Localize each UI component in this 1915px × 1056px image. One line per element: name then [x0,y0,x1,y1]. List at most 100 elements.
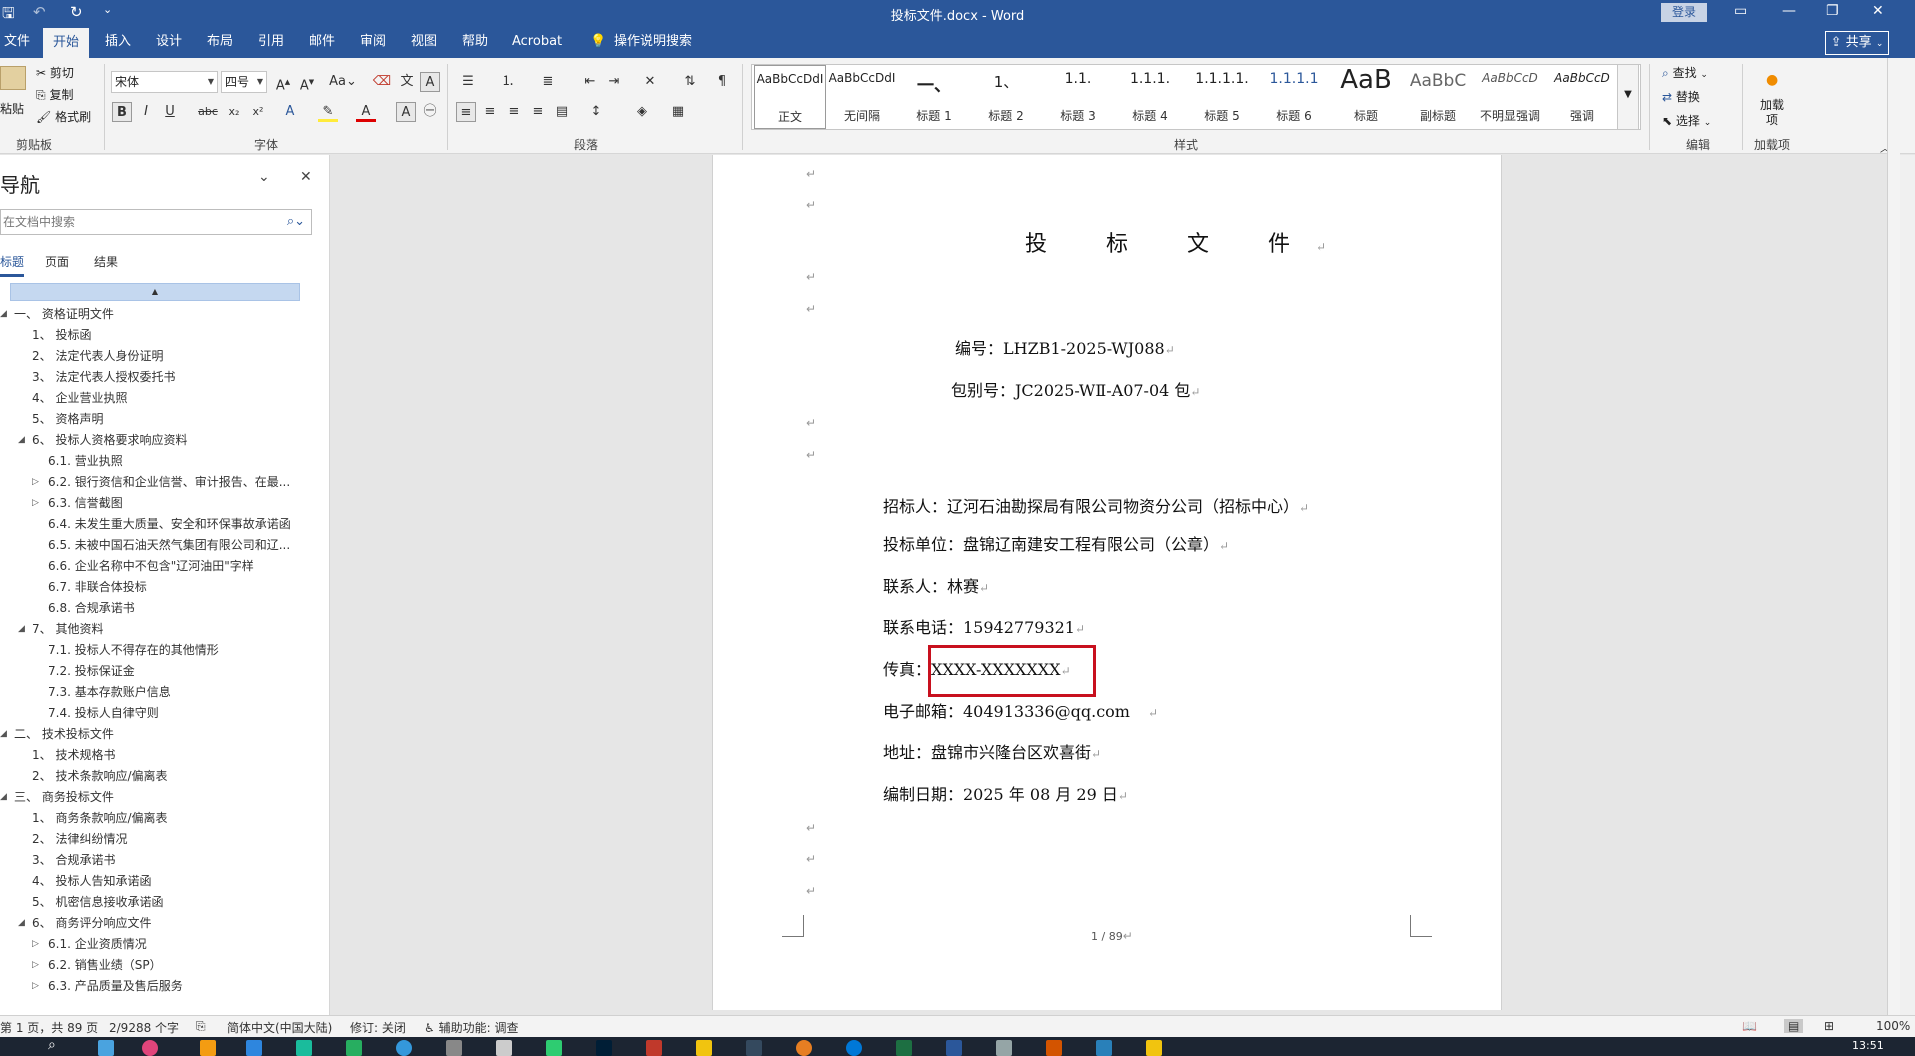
tab-file[interactable]: 文件 [0,26,34,58]
paste-icon[interactable] [0,66,26,90]
italic-icon[interactable]: I [136,102,156,122]
nav-heading-item[interactable]: 6.1. 营业执照 [48,452,123,470]
expanded-arrow-icon[interactable]: ◢ [0,725,7,743]
nav-heading-item[interactable]: 2、 法定代表人身份证明 [32,347,163,365]
ribbon-display-icon[interactable]: ▭ [1734,3,1747,19]
find-button[interactable]: ⌕ 查找 ⌄ [1662,64,1708,81]
shrink-font-icon[interactable]: A▼ [297,72,317,93]
paste-button[interactable]: 粘贴 [0,100,24,117]
style-heading-5[interactable]: 1.1.1.1. 标题 5 [1186,65,1258,129]
nav-heading-item[interactable]: 二、 技术投标文件 [14,725,114,743]
nav-heading-item[interactable]: 7.4. 投标人自律守则 [48,704,159,722]
nav-heading-item[interactable]: 1、 技术规格书 [32,746,115,764]
folder-icon[interactable] [1146,1040,1162,1056]
styles-more-icon[interactable]: ▼ [1617,64,1639,130]
app-icon[interactable] [496,1040,512,1056]
cut-button[interactable]: ✂ 剪切 [36,64,74,81]
collapsed-arrow-icon[interactable]: ▷ [32,935,39,953]
highlight-icon[interactable]: ✎ [318,102,338,122]
word-count[interactable]: 2/9288 个字 [109,1019,179,1036]
nav-heading-item[interactable]: 6、 投标人资格要求响应资料 [32,431,187,449]
nav-heading-item[interactable]: 一、 资格证明文件 [14,305,114,323]
nav-heading-item[interactable]: 6.3. 产品质量及售后服务 [48,977,183,995]
clear-format-icon[interactable]: ⌫ [372,72,392,92]
vertical-scrollbar[interactable] [1900,155,1915,1015]
nav-heading-item[interactable]: 3、 合规承诺书 [32,851,115,869]
nav-heading-item[interactable]: 6、 商务评分响应文件 [32,914,151,932]
app-icon[interactable] [546,1040,562,1056]
search-icon[interactable]: ⌕ [48,1037,64,1053]
justify-icon[interactable]: ≡ [528,102,548,122]
character-border-icon[interactable]: A [420,72,440,92]
font-size-select[interactable]: 四号 ▼ [221,71,267,93]
nav-heading-item[interactable]: 6.3. 信誉截图 [48,494,123,512]
font-name-select[interactable]: 宋体 ▼ [111,71,218,93]
language-indicator[interactable]: 简体中文(中国大陆) [227,1019,332,1036]
expanded-arrow-icon[interactable]: ◢ [18,914,25,932]
nav-heading-item[interactable]: 7.3. 基本存款账户信息 [48,683,171,701]
tab-results[interactable]: 结果 [94,253,118,270]
zoom-level[interactable]: 100% [1876,1019,1910,1033]
tab-acrobat[interactable]: Acrobat [508,26,566,58]
app-icon[interactable] [346,1040,362,1056]
collapsed-arrow-icon[interactable]: ▷ [32,956,39,974]
chinese-layout-icon[interactable]: ✕ [640,72,660,92]
style-subtle-emphasis[interactable]: AaBbCcD 不明显强调 [1474,65,1546,129]
sort-icon[interactable]: ⇅ [680,72,700,92]
nav-heading-item[interactable]: 6.6. 企业名称中不包含"辽河油田"字样 [48,557,254,575]
app-icon[interactable] [1046,1040,1062,1056]
replace-button[interactable]: ⇄ 替换 [1662,88,1700,105]
nav-heading-item[interactable]: 6.7. 非联合体投标 [48,578,147,596]
tell-me-search[interactable]: 操作说明搜索 [610,26,696,58]
tab-design[interactable]: 设计 [152,26,186,58]
read-mode-icon[interactable]: 📖 [1742,1019,1757,1033]
addin-icon[interactable]: ● [1766,72,1778,88]
app-icon[interactable] [246,1040,262,1056]
tab-insert[interactable]: 插入 [101,26,135,58]
shading-icon[interactable]: ◈ [632,102,652,122]
tab-pages[interactable]: 页面 [45,253,69,270]
nav-heading-item[interactable]: 6.1. 企业资质情况 [48,935,147,953]
superscript-icon[interactable]: x² [248,102,268,122]
bullets-icon[interactable]: ☰ [458,72,478,92]
change-case-icon[interactable]: Aa⌄ [327,72,359,92]
nav-heading-item[interactable]: 6.8. 合规承诺书 [48,599,135,617]
tab-headings[interactable]: 标题 [0,253,25,277]
nav-heading-item[interactable]: 3、 法定代表人授权委托书 [32,368,175,386]
style-normal[interactable]: AaBbCcDdI 正文 [754,65,826,129]
copy-button[interactable]: ⎘ 复制 [36,86,73,103]
minimize-icon[interactable]: — [1782,3,1796,19]
style-heading-2[interactable]: 1、 标题 2 [970,65,1042,129]
multilevel-list-icon[interactable]: ≣ [538,72,558,92]
share-button[interactable]: ⇪ 共享 ⌄ [1825,31,1889,55]
nav-heading-item[interactable]: 5、 资格声明 [32,410,103,428]
app-icon[interactable] [446,1040,462,1056]
nav-heading-item[interactable]: 7.1. 投标人不得存在的其他情形 [48,641,219,659]
borders-icon[interactable]: ▦ [668,102,688,122]
numbering-icon[interactable]: ⒈ [498,72,518,92]
nav-heading-item[interactable]: 4、 企业营业执照 [32,389,127,407]
tab-mailings[interactable]: 邮件 [305,26,339,58]
nav-heading-item[interactable]: 1、 商务条款响应/偏离表 [32,809,168,827]
nav-heading-item[interactable]: 7、 其他资料 [32,620,103,638]
nav-search-input[interactable]: 在文档中搜索 ⌕⌄ [0,209,312,235]
nav-heading-item[interactable]: 1、 投标函 [32,326,91,344]
style-heading-6[interactable]: 1.1.1.1 标题 6 [1258,65,1330,129]
nav-heading-item[interactable]: 7.2. 投标保证金 [48,662,135,680]
style-subtitle[interactable]: AaBbC 副标题 [1402,65,1474,129]
lightbulb-icon[interactable]: 💡 [586,26,610,58]
nav-heading-item[interactable]: 4、 投标人告知承诺函 [32,872,151,890]
style-heading-1[interactable]: 一、 标题 1 [898,65,970,129]
expanded-arrow-icon[interactable]: ◢ [0,788,7,806]
close-icon[interactable]: ✕ [1872,3,1884,19]
print-layout-icon[interactable]: ▤ [1784,1019,1804,1033]
app-icon[interactable] [296,1040,312,1056]
web-layout-icon[interactable]: ⊞ [1824,1019,1834,1033]
line-spacing-icon[interactable]: ↕ [586,102,606,122]
tab-references[interactable]: 引用 [254,26,288,58]
align-right-icon[interactable]: ≡ [504,102,524,122]
accessibility-status[interactable]: ♿ 辅助功能: 调查 [424,1019,518,1036]
increase-indent-icon[interactable]: ⇥ [604,72,624,92]
app-icon[interactable] [142,1040,158,1056]
subscript-icon[interactable]: x₂ [224,102,244,122]
